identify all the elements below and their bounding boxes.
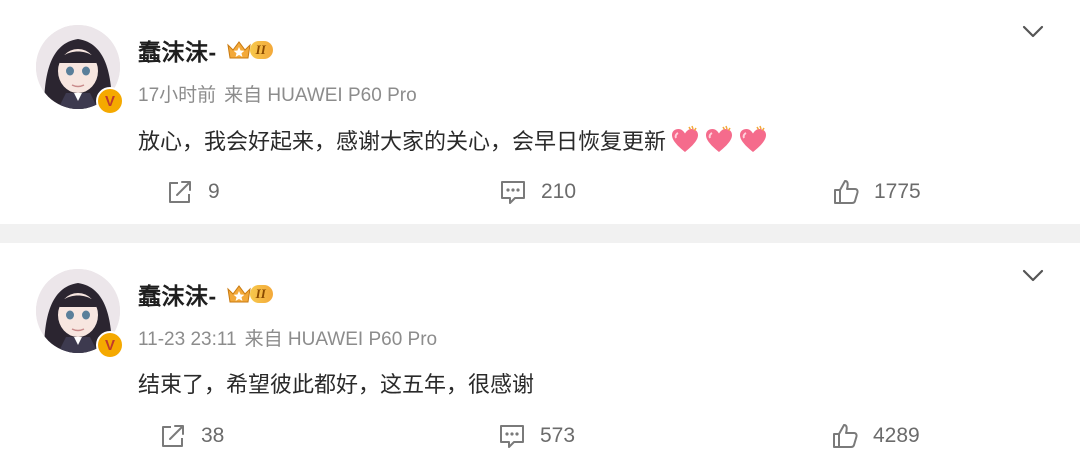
crown-icon bbox=[226, 285, 251, 303]
comment-count: 573 bbox=[540, 424, 576, 447]
post-text: 放心，我会好起来，感谢大家的关心，会早日恢复更新 bbox=[138, 129, 667, 154]
comment-icon bbox=[501, 181, 525, 204]
like-count: 4289 bbox=[873, 424, 920, 447]
repost-count: 38 bbox=[201, 424, 225, 447]
post-source: 来自 HUAWEI P60 Pro bbox=[244, 329, 438, 350]
post-source: 来自 HUAWEI P60 Pro bbox=[224, 85, 417, 106]
author-name[interactable]: 蠢沫沫- bbox=[138, 277, 217, 311]
like-count: 1775 bbox=[874, 180, 921, 203]
repost-button[interactable]: 9 bbox=[166, 177, 220, 207]
repost-button[interactable]: 38 bbox=[159, 421, 224, 451]
comment-count: 210 bbox=[541, 180, 577, 203]
verified-badge: V bbox=[96, 331, 124, 359]
post-content[interactable]: 结束了，希望彼此都好，这五年，很感谢 bbox=[138, 367, 534, 399]
heart-emoji-icon bbox=[706, 125, 733, 152]
post-card: V 蠢沫沫- II 11-23 23:11 来自 HUAWEI P60 Pro 结… bbox=[0, 243, 1080, 469]
share-icon bbox=[162, 425, 184, 447]
vip-level: II bbox=[249, 285, 273, 303]
thumbs-up-icon bbox=[834, 180, 859, 204]
author-row: 蠢沫沫- II bbox=[138, 279, 273, 309]
post-content[interactable]: 放心，我会好起来，感谢大家的关心，会早日恢复更新 bbox=[138, 124, 768, 156]
heart-emoji-icon bbox=[740, 125, 767, 152]
like-button[interactable]: 1775 bbox=[832, 177, 921, 207]
verified-badge: V bbox=[96, 87, 124, 115]
comment-button[interactable]: 573 bbox=[498, 421, 575, 451]
post-time: 17小时前 bbox=[138, 85, 217, 106]
vip-badge[interactable]: II bbox=[225, 39, 273, 61]
author-name[interactable]: 蠢沫沫- bbox=[138, 33, 217, 67]
post-card: V 蠢沫沫- II 17小时前 来自 HUAWEI P60 Pro 放心，我会好起… bbox=[0, 0, 1080, 224]
repost-count: 9 bbox=[208, 180, 220, 203]
post-meta: 11-23 23:11 来自 HUAWEI P60 Pro bbox=[138, 324, 437, 351]
comment-button[interactable]: 210 bbox=[499, 177, 576, 207]
post-meta: 17小时前 来自 HUAWEI P60 Pro bbox=[138, 80, 417, 107]
vip-badge[interactable]: II bbox=[225, 283, 273, 305]
author-row: 蠢沫沫- II bbox=[138, 35, 273, 65]
chevron-down-icon[interactable] bbox=[1022, 25, 1044, 39]
post-text: 结束了，希望彼此都好，这五年，很感谢 bbox=[138, 372, 535, 397]
chevron-down-icon[interactable] bbox=[1022, 269, 1044, 283]
share-icon bbox=[169, 181, 191, 203]
thumbs-up-icon bbox=[833, 424, 858, 448]
post-time: 11-23 23:11 bbox=[138, 329, 237, 350]
comment-icon bbox=[500, 425, 524, 448]
like-button[interactable]: 4289 bbox=[831, 421, 920, 451]
heart-emoji-icon bbox=[672, 125, 699, 152]
vip-level: II bbox=[249, 41, 273, 59]
crown-icon bbox=[226, 41, 251, 59]
